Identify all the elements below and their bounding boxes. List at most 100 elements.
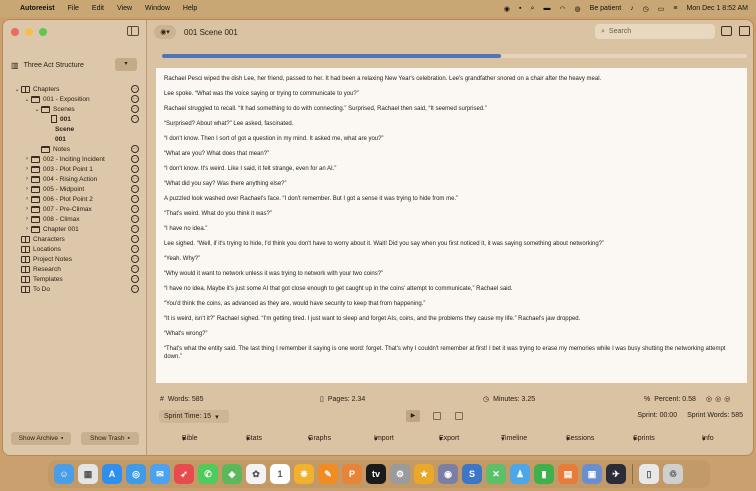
disclosure-closed-icon[interactable]: › (23, 206, 31, 212)
more-options-icon[interactable]: ··· (131, 255, 139, 263)
menu-sprints[interactable]: Sprints ▾ (633, 435, 655, 443)
pause-button[interactable] (455, 412, 463, 420)
structure-selector[interactable]: ▥ Three Act Structure ▾ (11, 58, 139, 72)
more-options-icon[interactable]: ··· (131, 115, 139, 123)
astronaut-dock-icon[interactable]: ♟ (510, 464, 530, 484)
sidebar-tree-item[interactable]: Locations ··· (3, 244, 147, 254)
more-options-icon[interactable]: ··· (131, 215, 139, 223)
zoom-window-button[interactable] (39, 28, 47, 36)
mail-dock-icon[interactable]: ✉ (150, 464, 170, 484)
disclosure-open-icon[interactable]: ⌄ (33, 106, 41, 113)
photos-dock-icon[interactable]: ✿ (246, 464, 266, 484)
menu-timeline[interactable]: Timeline ▾ (501, 435, 527, 443)
disclosure-open-icon[interactable]: ⌄ (13, 86, 21, 93)
rocket-dock-icon[interactable]: ➶ (174, 464, 194, 484)
menu-app-name[interactable]: Autoreeist (20, 5, 55, 12)
sidebar-tree-item[interactable]: › 007 - Pre-Climax ··· (3, 204, 147, 214)
more-options-icon[interactable]: ··· (131, 205, 139, 213)
xcode-dock-icon[interactable]: ✕ (486, 464, 506, 484)
disclosure-closed-icon[interactable]: › (23, 226, 31, 232)
disclosure-closed-icon[interactable]: › (23, 176, 31, 182)
more-options-icon[interactable]: ··· (131, 245, 139, 253)
sidebar-tree-item[interactable]: › 003 - Plot Point 1 ··· (3, 164, 147, 174)
more-options-icon[interactable]: ··· (131, 165, 139, 173)
status-icon-1[interactable]: ◉ (504, 5, 510, 13)
menu-edit[interactable]: Edit (92, 5, 104, 12)
disclosure-closed-icon[interactable]: › (23, 156, 31, 162)
sidebar-tree-item[interactable]: › 008 - Climax ··· (3, 214, 147, 224)
menu-bible[interactable]: Bible ▾ (182, 435, 198, 443)
siri-icon[interactable]: ◍ (575, 5, 581, 13)
more-options-icon[interactable]: ··· (131, 185, 139, 193)
apple-tv-dock-icon[interactable]: tv (366, 464, 386, 484)
wifi-icon[interactable]: ◠ (559, 5, 565, 13)
sidebar-tree-item[interactable]: Scene (3, 124, 147, 134)
history-icon[interactable]: ◎ (724, 395, 730, 403)
trash-dock-icon[interactable]: ♲ (663, 464, 683, 484)
battery-icon[interactable]: ▭ (658, 5, 665, 13)
focus-status[interactable]: Be patient (590, 5, 622, 12)
sidebar-tree-item[interactable]: › 006 - Plot Point 2 ··· (3, 194, 147, 204)
sidebar-tree-item[interactable]: › Chapter 001 ··· (3, 224, 147, 234)
pages-app-dock-icon[interactable]: ✎ (318, 464, 338, 484)
writer-app-dock-icon[interactable]: P (342, 464, 362, 484)
show-archive-button[interactable]: Show Archive ▪ (11, 432, 71, 445)
disclosure-open-icon[interactable]: ⌄ (23, 96, 31, 103)
target-icon[interactable]: ◎ (706, 395, 712, 403)
more-options-icon[interactable]: ··· (131, 265, 139, 273)
timer-icon[interactable]: ◷ (643, 5, 649, 13)
minimize-window-button[interactable] (25, 28, 33, 36)
sidebar-tree-item[interactable]: Templates ··· (3, 274, 147, 284)
sidebar-tree-item[interactable]: › 002 - Inciting Incident ··· (3, 154, 147, 164)
preview-dock-icon[interactable]: ▣ (582, 464, 602, 484)
check-icon[interactable]: ◎ (715, 395, 721, 403)
play-button[interactable]: ▶ (406, 410, 420, 422)
disclosure-closed-icon[interactable]: › (23, 186, 31, 192)
menu-window[interactable]: Window (145, 5, 170, 12)
more-options-icon[interactable]: ··· (131, 235, 139, 243)
alien-app-dock-icon[interactable]: ◉ (438, 464, 458, 484)
mic-icon[interactable]: ♪ (630, 5, 634, 12)
more-options-icon[interactable]: ··· (131, 105, 139, 113)
sidebar-tree-item[interactable]: 001 ··· (3, 114, 147, 124)
sidebar-tree-item[interactable]: › 005 - Midpoint ··· (3, 184, 147, 194)
sidebar-tree-item[interactable]: ⌄ Scenes ··· (3, 104, 147, 114)
menu-stats[interactable]: Stats ▾ (246, 435, 262, 443)
search-field[interactable]: ⌕ Search (595, 24, 715, 39)
sidebar-toggle-icon[interactable] (127, 26, 139, 36)
control-center-icon[interactable]: ≡ (673, 5, 677, 12)
menu-graphs[interactable]: Graphs ▾ (308, 435, 331, 443)
books-app-dock-icon[interactable]: ▤ (558, 464, 578, 484)
sidebar-tree-item[interactable]: Characters ··· (3, 234, 147, 244)
butterfly-dock-icon[interactable]: ❋ (294, 464, 314, 484)
more-options-icon[interactable]: ··· (131, 85, 139, 93)
star-app-dock-icon[interactable]: ★ (414, 464, 434, 484)
show-trash-button[interactable]: Show Trash ▪ (81, 432, 139, 445)
menu-export[interactable]: Export ▾ (439, 435, 459, 443)
numbers-dock-icon[interactable]: ▮ (534, 464, 554, 484)
document-dock-icon[interactable]: ▯ (639, 464, 659, 484)
stop-button[interactable] (433, 412, 441, 420)
more-options-icon[interactable]: ··· (131, 225, 139, 233)
menu-help[interactable]: Help (183, 5, 197, 12)
calendar-dock-icon[interactable]: 1 (270, 464, 290, 484)
settings-dock-icon[interactable]: ⚙ (390, 464, 410, 484)
disclosure-closed-icon[interactable]: › (23, 166, 31, 172)
safari-dock-icon[interactable]: ◎ (126, 464, 146, 484)
chevron-down-icon[interactable]: ▾ (115, 58, 137, 71)
flag-icon[interactable]: ▪ (519, 5, 521, 12)
more-options-icon[interactable]: ··· (131, 95, 139, 103)
sidebar-tree-item[interactable]: ⌄ Chapters ··· (3, 84, 147, 94)
disclosure-closed-icon[interactable]: › (23, 216, 31, 222)
menu-file[interactable]: File (68, 5, 79, 12)
sidebar-tree-item[interactable]: › 004 - Rising Action ··· (3, 174, 147, 184)
menu-info[interactable]: Info ▾ (702, 435, 714, 443)
maps-dock-icon[interactable]: ◈ (222, 464, 242, 484)
sidebar-tree-item[interactable]: ⌄ 001 - Exposition ··· (3, 94, 147, 104)
sprint-time-select[interactable]: Sprint Time: 15 ▾ (159, 410, 229, 423)
search-menubar-icon[interactable]: ⌕ (531, 5, 535, 13)
sidebar-tree-item[interactable]: 001 (3, 134, 147, 144)
more-options-icon[interactable]: ··· (131, 145, 139, 153)
view-mode-button[interactable]: ◉ ▾ (154, 25, 176, 39)
datetime[interactable]: Mon Dec 1 8:52 AM (687, 5, 748, 12)
